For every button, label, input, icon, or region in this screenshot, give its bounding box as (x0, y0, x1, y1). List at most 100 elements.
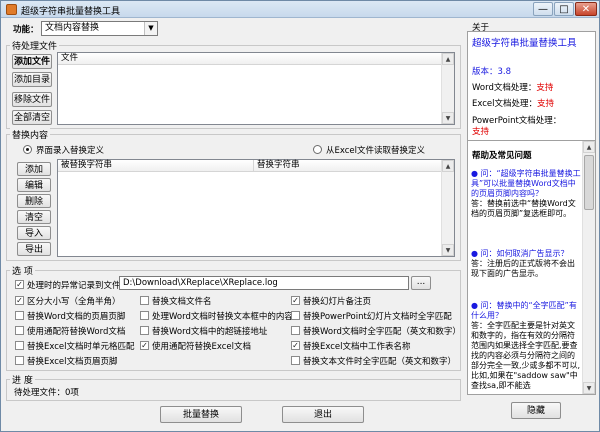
help-bullet-icon: ● (471, 301, 478, 310)
option-label-2[interactable]: 替换幻灯片备注页 (303, 295, 371, 307)
option-checkbox-10[interactable] (140, 341, 149, 350)
option-checkbox-13[interactable] (291, 356, 300, 365)
replace-content-group-label: 替换内容 (10, 128, 51, 141)
add-file-button[interactable]: 添加文件 (12, 54, 52, 69)
option-checkbox-1[interactable] (140, 296, 149, 305)
option-checkbox-12[interactable] (15, 356, 24, 365)
about-row-word: Word文档处理：支持 (472, 83, 594, 94)
window-title: 超级字符串批量替换工具 (21, 7, 121, 17)
radio-interface-input[interactable] (23, 145, 32, 154)
help-scrollbar[interactable]: ▲ ▼ (582, 141, 595, 394)
option-label-13[interactable]: 替换文本文件时全字匹配（英文和数字） (303, 355, 456, 367)
scroll-down-icon[interactable]: ▼ (442, 244, 454, 256)
option-label-8[interactable]: 替换Word文档时全字匹配（英文和数字） (303, 325, 461, 337)
exit-button[interactable]: 退出 (282, 406, 364, 423)
radio-interface-label[interactable]: 界面录入替换定义 (36, 144, 104, 156)
scroll-down-icon[interactable]: ▼ (583, 382, 595, 394)
help-item: ● 问：替换中的“全字匹配”有什么用？ 答：全字匹配主要是针对英文和数字的，指在… (471, 301, 581, 391)
option-checkbox-2[interactable] (291, 296, 300, 305)
export-button[interactable]: 导出 (17, 242, 51, 256)
add-directory-button[interactable]: 添加目录 (12, 72, 52, 87)
hide-button[interactable]: 隐藏 (511, 402, 561, 419)
option-label-6[interactable]: 使用通配符替换Word文档 (27, 325, 125, 337)
edit-rule-button[interactable]: 编辑 (17, 178, 51, 192)
minimize-button[interactable]: — (533, 2, 553, 16)
about-row-label: Excel文档处理： (472, 99, 538, 109)
help-question[interactable]: 问：如何取消广告显示？ (481, 249, 569, 258)
about-row-powerpoint: PowerPoint文档处理： 支持 (472, 116, 594, 138)
pending-files-list[interactable]: 文件 ▲ ▼ (57, 52, 455, 125)
option-checkbox-11[interactable] (291, 341, 300, 350)
about-version: 版本：3.8 (472, 67, 512, 77)
option-checkbox-4[interactable] (140, 311, 149, 320)
option-checkbox-5[interactable] (291, 311, 300, 320)
exception-log-path-input[interactable]: D:\Download\XReplace\XReplace.log (119, 276, 409, 290)
option-label-10[interactable]: 使用通配符替换Excel文档 (152, 340, 251, 352)
scroll-up-icon[interactable]: ▲ (442, 53, 454, 65)
option-checkbox-6[interactable] (15, 326, 24, 335)
option-label-4[interactable]: 处理Word文档时替换文本框中的内容 (152, 310, 293, 322)
about-row-value: 支持 (536, 83, 554, 93)
option-checkbox-0[interactable] (15, 296, 24, 305)
option-label-12[interactable]: 替换Excel文档页眉页脚 (27, 355, 118, 367)
scroll-up-icon[interactable]: ▲ (583, 141, 595, 153)
about-row-label: PowerPoint文档处理： (472, 116, 562, 126)
progress-group-label: 进 度 (10, 373, 35, 386)
close-button[interactable]: ✕ (575, 2, 597, 16)
clear-all-button[interactable]: 全部清空 (12, 110, 52, 125)
remove-file-button[interactable]: 移除文件 (12, 92, 52, 107)
option-label-1[interactable]: 替换文档文件名 (152, 295, 212, 307)
browse-button[interactable]: ... (411, 276, 431, 290)
about-row-excel: Excel文档处理：支持 (472, 99, 594, 110)
option-label-5[interactable]: 替换PowerPoint幻灯片文档时全字匹配 (303, 310, 452, 322)
help-panel[interactable]: 帮助及常见问题 ● 问：“超级字符串批量替换工具”可以批量替换Word文档中的页… (467, 140, 596, 395)
option-label-9[interactable]: 替换Excel文档时单元格匹配 (27, 340, 135, 352)
option-checkbox-8[interactable] (291, 326, 300, 335)
maximize-button[interactable]: □ (554, 2, 574, 16)
replace-rules-scrollbar[interactable]: ▲ ▼ (441, 160, 454, 256)
function-select[interactable]: 文档内容替换 ▼ (41, 21, 158, 36)
option-checkbox-7[interactable] (140, 326, 149, 335)
pending-files-scrollbar[interactable]: ▲ ▼ (441, 53, 454, 124)
options-group-label: 选 项 (10, 264, 35, 277)
help-answer: 答：全字匹配主要是针对英文和数字的，指在有效的分隔符范围内如果选择全字匹配,要查… (471, 321, 581, 390)
about-row-value: 支持 (537, 99, 555, 109)
exception-log-label[interactable]: 处理时的异常记录到文件: (27, 279, 123, 291)
clear-rules-button[interactable]: 清空 (17, 210, 51, 224)
batch-replace-button[interactable]: 批量替换 (160, 406, 242, 423)
about-row-value: 支持 (472, 127, 490, 137)
help-question[interactable]: 问：“超级字符串批量替换工具”可以批量替换Word文档中的页眉页脚内容吗？ (471, 169, 581, 198)
about-product-name: 超级字符串批量替换工具 (472, 38, 577, 49)
help-item: ● 问：“超级字符串批量替换工具”可以批量替换Word文档中的页眉页脚内容吗？ … (471, 169, 581, 219)
help-question[interactable]: 问：替换中的“全字匹配”有什么用？ (471, 301, 577, 320)
option-label-11[interactable]: 替换Excel文档中工作表名称 (303, 340, 411, 352)
radio-excel-label[interactable]: 从Excel文件读取替换定义 (326, 144, 425, 156)
radio-excel-input[interactable] (313, 145, 322, 154)
file-column-header[interactable]: 文件 (58, 53, 442, 65)
add-rule-button[interactable]: 添加 (17, 162, 51, 176)
function-label: 功能： (13, 25, 39, 35)
pending-count-label: 待处理文件：0项 (14, 388, 79, 398)
search-string-column-header[interactable]: 被替换字符串 (58, 160, 254, 172)
scroll-thumb[interactable] (584, 155, 594, 210)
scroll-down-icon[interactable]: ▼ (442, 112, 454, 124)
help-bullet-icon: ● (471, 249, 478, 258)
pending-files-group-label: 待处理文件 (10, 39, 60, 52)
option-label-0[interactable]: 区分大小写（全角半角） (27, 295, 121, 307)
scroll-up-icon[interactable]: ▲ (442, 160, 454, 172)
replace-string-column-header[interactable]: 替换字符串 (254, 160, 442, 172)
help-bullet-icon: ● (471, 169, 478, 178)
option-label-3[interactable]: 替换Word文档的页眉页脚 (27, 310, 125, 322)
chevron-down-icon[interactable]: ▼ (144, 22, 157, 35)
help-header: 帮助及常见问题 (472, 151, 532, 161)
help-answer: 答：替换前选中“替换Word文档的页眉页脚”复选框即可。 (471, 199, 576, 218)
delete-rule-button[interactable]: 删除 (17, 194, 51, 208)
import-button[interactable]: 导入 (17, 226, 51, 240)
option-label-7[interactable]: 替换Word文档中的超链接地址 (152, 325, 267, 337)
option-checkbox-3[interactable] (15, 311, 24, 320)
replace-rules-list[interactable]: 被替换字符串 替换字符串 ▲ ▼ (57, 159, 455, 257)
help-answer: 答：注册后的正式版将不会出现下面的广告显示。 (471, 259, 575, 278)
option-checkbox-9[interactable] (15, 341, 24, 350)
exception-log-checkbox[interactable] (15, 280, 24, 289)
title-bar[interactable]: 超级字符串批量替换工具 — □ ✕ (1, 1, 599, 18)
